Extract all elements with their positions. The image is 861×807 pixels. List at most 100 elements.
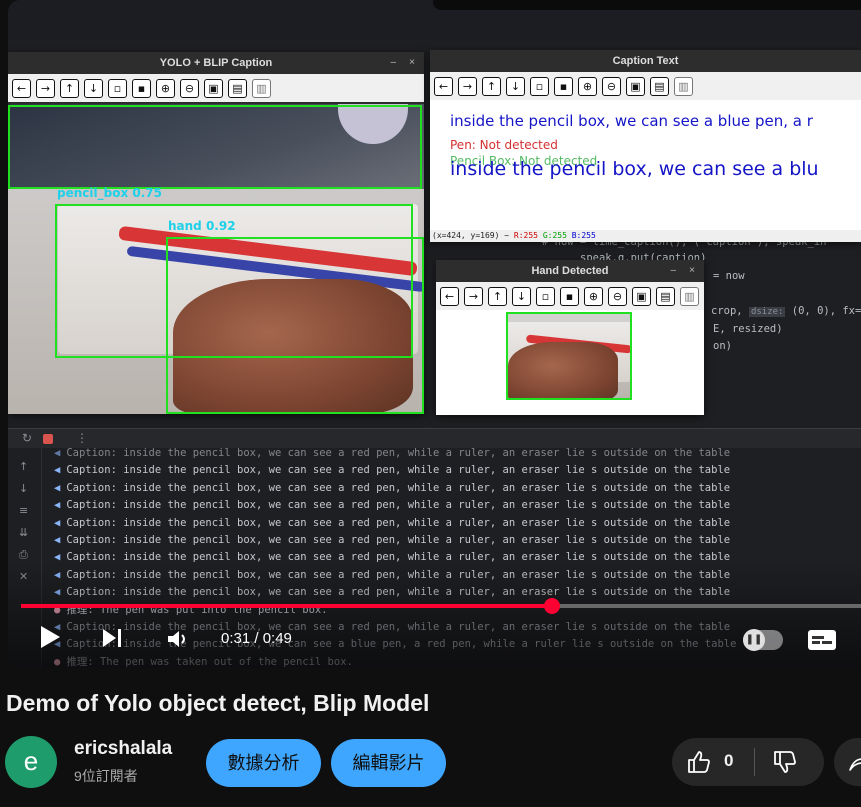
zoom-in-icon[interactable]: ⊕ (584, 286, 603, 306)
minimize-button[interactable]: – (390, 52, 396, 74)
zoom-out-icon[interactable]: ⊖ (602, 76, 621, 96)
pixel-status-line: (x=424, y=169) ~ R:255 G:255 B:255 (430, 230, 861, 242)
subscriber-count: 9位訂閱者 (74, 768, 138, 784)
hand-window-titlebar: Hand Detected – × (436, 260, 704, 282)
arrow-up-icon[interactable]: ↑ (60, 78, 79, 98)
volume-button[interactable] (166, 627, 190, 655)
analytics-button[interactable]: 數據分析 (206, 739, 321, 787)
clipboard-icon[interactable]: ▤ (650, 76, 669, 96)
image-save-icon[interactable]: ▪ (560, 286, 579, 306)
rerun-icon[interactable]: ↻ (22, 431, 32, 445)
caption-window[interactable]: Caption Text ← → ↑ ↓ ▫ ▪ ⊕ ⊖ ▣ ▤ ▥ insid… (430, 50, 861, 242)
pen-status: Pen: Not detected (450, 138, 558, 152)
speaker-icon: ◀ (54, 516, 61, 529)
zoom-rect-icon[interactable]: ▫ (108, 78, 127, 98)
play-button[interactable] (38, 624, 62, 654)
console-line: ◀ Caption: inside the pencil box, we can … (54, 445, 730, 462)
like-count: 0 (724, 751, 734, 770)
subtitles-icon (808, 630, 836, 650)
console-line-text: Caption: inside the pencil box, we can s… (66, 481, 731, 494)
yolo-toolbar: ← → ↑ ↓ ▫ ▪ ⊕ ⊖ ▣ ▤ ▥ (8, 74, 424, 102)
caption-window-titlebar: Caption Text (430, 50, 861, 72)
arrow-right-icon[interactable]: → (464, 286, 483, 306)
caption-canvas: inside the pencil box, we can see a blue… (430, 100, 861, 230)
autoplay-toggle[interactable]: ❚❚ (743, 629, 783, 651)
hand-window-title: Hand Detected (531, 265, 609, 277)
scroll-down-icon[interactable]: ↓ (19, 482, 31, 495)
like-button[interactable] (686, 749, 712, 780)
bbox-hand (166, 237, 424, 414)
yolo-window[interactable]: YOLO + BLIP Caption – × ← → ↑ ↓ ▫ ▪ ⊕ ⊖ … (8, 52, 424, 414)
scroll-up-icon[interactable]: ↑ (19, 460, 31, 473)
arrow-left-icon[interactable]: ← (12, 78, 31, 98)
zoom-out-icon[interactable]: ⊖ (608, 286, 627, 306)
time-display: 0:31 / 0:49 (221, 630, 292, 647)
arrow-up-icon[interactable]: ↑ (488, 286, 507, 306)
arrow-down-icon[interactable]: ↓ (506, 76, 525, 96)
properties-icon[interactable]: ▥ (674, 76, 693, 96)
console-line-text: Caption: inside the pencil box, we can s… (66, 534, 731, 546)
volume-icon (168, 631, 185, 647)
arrow-up-icon[interactable]: ↑ (482, 76, 501, 96)
code-line: on) (713, 340, 732, 352)
share-button[interactable] (834, 738, 861, 786)
stop-icon[interactable] (43, 434, 53, 444)
console-line-text: Caption: inside the pencil box, we can s… (66, 516, 731, 529)
minimize-button[interactable]: – (670, 260, 676, 282)
save-icon[interactable]: ▣ (632, 286, 651, 306)
zoom-in-icon[interactable]: ⊕ (156, 78, 175, 98)
caption-window-title: Caption Text (612, 55, 679, 67)
properties-icon[interactable]: ▥ (680, 286, 699, 306)
clipboard-icon[interactable]: ▤ (228, 78, 247, 98)
clipboard-icon[interactable]: ▤ (656, 286, 675, 306)
yolo-window-titlebar: YOLO + BLIP Caption – × (8, 52, 424, 74)
camera-frame: pencil_box 0.75 hand 0.92 (8, 104, 424, 414)
speaker-icon: ◀ (54, 464, 61, 477)
arrow-left-icon[interactable]: ← (434, 76, 453, 96)
more-options-icon[interactable]: ⋮ (76, 431, 88, 445)
arrow-right-icon[interactable]: → (458, 76, 477, 96)
thumbs-up-icon (688, 751, 710, 773)
avatar[interactable]: e (5, 736, 57, 788)
console-line: ◀ Caption: inside the pencil box, we can … (54, 532, 730, 549)
thumbs-down-icon (774, 751, 796, 773)
dislike-button[interactable] (772, 749, 798, 780)
arrow-right-icon[interactable]: → (36, 78, 55, 98)
bbox-label-pencil-box: pencil_box 0.75 (57, 186, 162, 200)
next-button[interactable] (100, 626, 124, 654)
video-player[interactable]: # now = time_caption(), ( caption ), spe… (8, 0, 861, 668)
zoom-out-icon[interactable]: ⊖ (180, 78, 199, 98)
arrow-left-icon[interactable]: ← (440, 286, 459, 306)
like-divider (754, 748, 755, 776)
zoom-in-icon[interactable]: ⊕ (578, 76, 597, 96)
properties-icon[interactable]: ▥ (252, 78, 271, 98)
channel-name[interactable]: ericshalala (74, 738, 172, 760)
share-icon (849, 758, 861, 771)
image-save-icon[interactable]: ▪ (132, 78, 151, 98)
like-dislike-bar: 0 (672, 738, 824, 786)
arrow-down-icon[interactable]: ↓ (84, 78, 103, 98)
bbox-label-hand: hand 0.92 (168, 219, 236, 233)
progress-played (21, 604, 553, 608)
soft-wrap-icon[interactable]: ≡ (19, 504, 31, 517)
play-icon (41, 626, 60, 648)
console-line: ◀ Caption: inside the pencil box, we can … (54, 515, 730, 532)
console-line-text: Caption: inside the pencil box, we can s… (66, 447, 731, 459)
caption-line-1: inside the pencil box, we can see a blue… (450, 112, 813, 130)
arrow-down-icon[interactable]: ↓ (512, 286, 531, 306)
scroll-to-end-icon[interactable]: ⇊ (19, 526, 31, 539)
console-line: ◀ Caption: inside the pencil box, we can … (54, 462, 730, 479)
save-icon[interactable]: ▣ (204, 78, 223, 98)
hand-window[interactable]: Hand Detected – × ← → ↑ ↓ ▫ ▪ ⊕ ⊖ ▣ ▤ ▥ (436, 260, 704, 415)
skip-next-icon (103, 629, 121, 647)
image-save-icon[interactable]: ▪ (554, 76, 573, 96)
close-button[interactable]: × (689, 260, 695, 282)
yolo-window-title: YOLO + BLIP Caption (159, 57, 273, 69)
subtitles-button[interactable] (807, 628, 837, 656)
caption-line-2: inside the pencil box, we can see a blu (450, 158, 819, 180)
zoom-rect-icon[interactable]: ▫ (536, 286, 555, 306)
zoom-rect-icon[interactable]: ▫ (530, 76, 549, 96)
edit-video-button[interactable]: 編輯影片 (331, 739, 446, 787)
save-icon[interactable]: ▣ (626, 76, 645, 96)
close-button[interactable]: × (409, 52, 415, 74)
